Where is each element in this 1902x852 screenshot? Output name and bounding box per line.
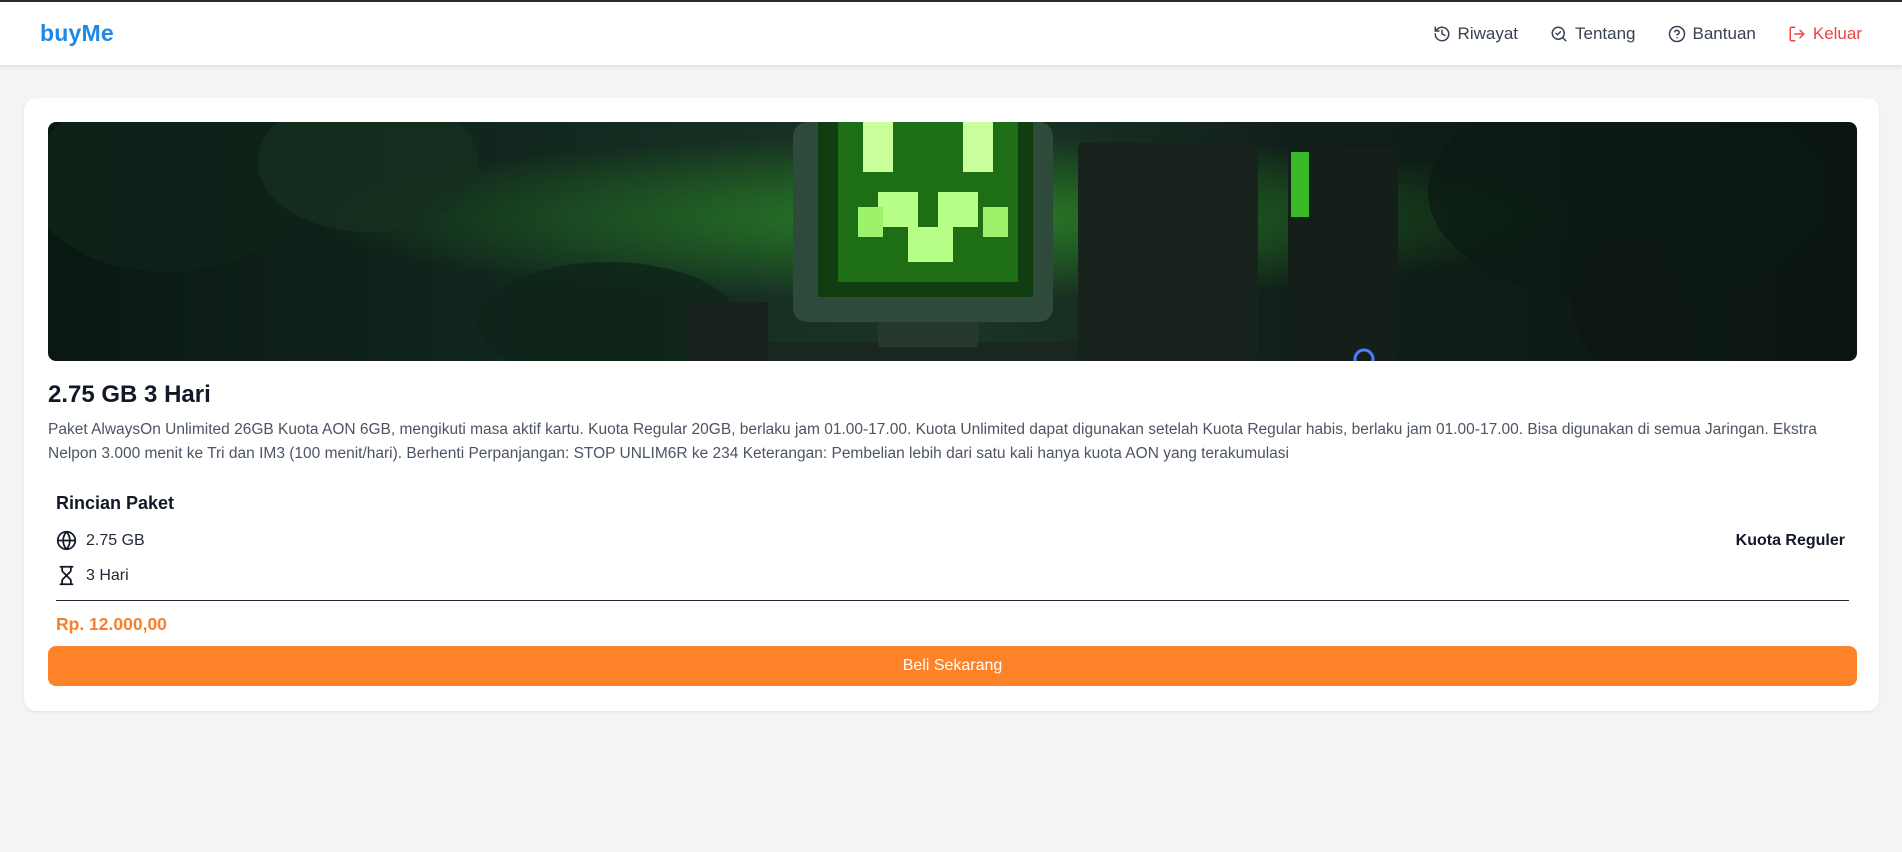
nav-label-keluar: Keluar bbox=[1812, 23, 1862, 43]
quota-type-label: Kuota Reguler bbox=[1735, 532, 1845, 549]
price-label: Rp. 12.000,00 bbox=[56, 614, 167, 634]
quota-row: 2.75 GB bbox=[56, 530, 145, 551]
product-banner-image bbox=[48, 122, 1857, 361]
nav-item-bantuan[interactable]: Bantuan bbox=[1668, 24, 1756, 44]
details-divider bbox=[56, 600, 1849, 601]
nav-item-riwayat[interactable]: Riwayat bbox=[1433, 24, 1518, 44]
buy-now-button[interactable]: Beli Sekarang bbox=[48, 646, 1857, 686]
history-icon bbox=[1434, 26, 1450, 41]
quota-value: 2.75 GB bbox=[86, 531, 145, 549]
brand-logo[interactable]: buyMe bbox=[40, 20, 114, 47]
nav-item-keluar[interactable]: Keluar bbox=[1788, 24, 1862, 44]
nav-label-tentang: Tentang bbox=[1575, 23, 1636, 43]
duration-row: 3 Hari bbox=[56, 565, 129, 586]
help-circle-icon bbox=[1668, 25, 1685, 42]
duration-value: 3 Hari bbox=[86, 566, 129, 584]
product-title: 2.75 GB 3 Hari bbox=[48, 381, 211, 408]
globe-icon bbox=[56, 530, 77, 551]
search-check-icon bbox=[1551, 26, 1567, 41]
product-card: 2.75 GB 3 Hari Paket AlwaysOn Unlimited … bbox=[24, 98, 1879, 711]
navbar: buyMe Riwayat Tentang Bantuan Keluar bbox=[0, 2, 1902, 65]
nav-menu: Riwayat Tentang Bantuan Keluar bbox=[1433, 24, 1862, 44]
logout-icon bbox=[1789, 26, 1805, 41]
package-details-heading: Rincian Paket bbox=[56, 493, 175, 513]
nav-label-bantuan: Bantuan bbox=[1692, 23, 1756, 43]
nav-label-riwayat: Riwayat bbox=[1457, 23, 1519, 43]
product-description: Paket AlwaysOn Unlimited 26GB Kuota AON … bbox=[48, 421, 1817, 462]
hourglass-icon bbox=[59, 565, 74, 586]
nav-item-tentang[interactable]: Tentang bbox=[1550, 24, 1636, 44]
